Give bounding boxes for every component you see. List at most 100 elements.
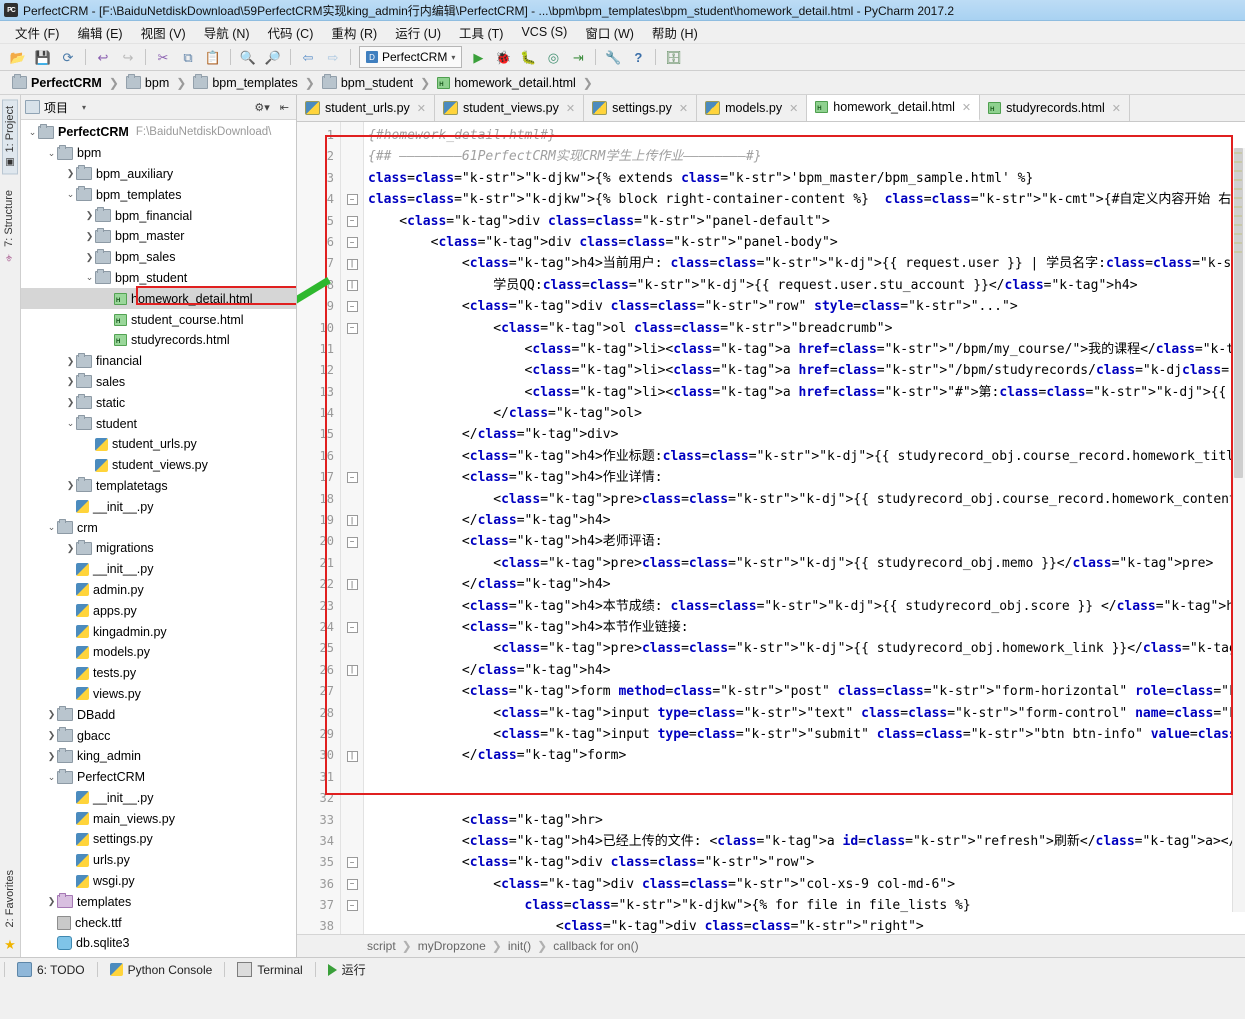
- code-fold-icon[interactable]: |: [346, 579, 358, 591]
- sync-icon[interactable]: ⟳: [56, 46, 80, 68]
- code-line[interactable]: <class="k-tag">ol class=class="k-str">"b…: [364, 318, 1245, 339]
- breadcrumb-item-file[interactable]: H homework_detail.html: [433, 75, 580, 91]
- fold-marker-slot[interactable]: −: [341, 211, 363, 232]
- code-line[interactable]: <class="k-tag">pre>class=class="k-str">"…: [364, 638, 1245, 659]
- code-fold-icon[interactable]: −: [346, 194, 358, 206]
- tree-expander[interactable]: ·: [65, 564, 76, 574]
- copy-icon[interactable]: ⧉: [176, 46, 200, 68]
- tree-expander[interactable]: ❯: [84, 231, 95, 242]
- fold-marker-slot[interactable]: [341, 553, 363, 574]
- debug-icon[interactable]: 🐞: [491, 46, 515, 68]
- tree-item[interactable]: · kingadmin.py: [21, 621, 296, 642]
- tree-item[interactable]: ⌄ student: [21, 413, 296, 434]
- code-line[interactable]: <class="k-tag">div class=class="k-str">"…: [364, 296, 1245, 317]
- editor-tab[interactable]: student_urls.py ✕: [297, 95, 435, 121]
- code-line[interactable]: [364, 788, 1245, 809]
- breadcrumb-item-bpm-templates[interactable]: bpm_templates: [189, 74, 301, 91]
- tree-item[interactable]: ⌄ PerfectCRM: [21, 767, 296, 788]
- tree-expander[interactable]: ❯: [65, 480, 76, 491]
- fold-marker-slot[interactable]: −: [341, 531, 363, 552]
- tree-item[interactable]: ❯ bpm_auxiliary: [21, 164, 296, 185]
- editor-tab[interactable]: student_views.py ✕: [435, 95, 585, 121]
- cut-icon[interactable]: ✂: [151, 46, 175, 68]
- fold-marker-slot[interactable]: [341, 638, 363, 659]
- tree-expander[interactable]: ❯: [84, 252, 95, 263]
- close-icon[interactable]: ✕: [962, 101, 971, 114]
- open-folder-icon[interactable]: 📂: [6, 46, 30, 68]
- editor-vertical-scrollbar[interactable]: [1232, 148, 1245, 912]
- code-line[interactable]: <class="k-tag">h4>老师评语:: [364, 531, 1245, 552]
- menu-tools[interactable]: 工具 (T): [450, 21, 512, 44]
- profile-icon[interactable]: ◎: [541, 46, 565, 68]
- fold-marker-slot[interactable]: [341, 703, 363, 724]
- fold-marker-slot[interactable]: [341, 446, 363, 467]
- tree-item[interactable]: · student_views.py: [21, 455, 296, 476]
- fold-marker-slot[interactable]: |: [341, 574, 363, 595]
- tree-expander[interactable]: ·: [65, 647, 76, 657]
- fold-marker-slot[interactable]: [341, 810, 363, 831]
- project-tree[interactable]: ⌄ PerfectCRM F:\BaiduNetdiskDownload\ ⌄ bpm ❯…: [21, 120, 296, 957]
- tree-expander[interactable]: ·: [65, 855, 76, 865]
- fold-marker-slot[interactable]: [341, 339, 363, 360]
- tree-expander[interactable]: ·: [103, 335, 114, 345]
- tree-item[interactable]: · apps.py: [21, 600, 296, 621]
- tree-expander[interactable]: ·: [65, 793, 76, 803]
- code-fold-icon[interactable]: −: [346, 622, 358, 634]
- tree-item[interactable]: · check.ttf: [21, 912, 296, 933]
- code-area[interactable]: 1 2 3 4 5 6 7 8 9 10 11 12 13 14 15 16 17 18 19 20 21 22 23 24 2…: [297, 122, 1245, 934]
- tree-item[interactable]: · main_views.py: [21, 808, 296, 829]
- status-item-terminal[interactable]: Terminal: [225, 962, 314, 977]
- code-line[interactable]: <class="k-tag">div class=class="k-str">"…: [364, 874, 1245, 895]
- close-icon[interactable]: ✕: [679, 102, 688, 115]
- code-line[interactable]: <class="k-tag">h4>本节作业链接:: [364, 617, 1245, 638]
- code-line[interactable]: <class="k-tag">input type=class="k-str">…: [364, 724, 1245, 745]
- tree-expander[interactable]: ·: [65, 814, 76, 824]
- redo-icon[interactable]: ↪: [116, 46, 140, 68]
- tree-item[interactable]: ❯ templates: [21, 891, 296, 912]
- code-line[interactable]: </class="k-tag">h4>: [364, 660, 1245, 681]
- tree-item[interactable]: · student_urls.py: [21, 434, 296, 455]
- tree-expander[interactable]: ⌄: [46, 522, 57, 533]
- fold-marker-slot[interactable]: −: [341, 874, 363, 895]
- save-all-icon[interactable]: 💾: [31, 46, 55, 68]
- help-icon[interactable]: ?: [626, 46, 650, 68]
- fold-marker-slot[interactable]: [341, 125, 363, 146]
- editor-tab[interactable]: Hstudyrecords.html ✕: [980, 95, 1130, 121]
- code-line[interactable]: <class="k-tag">div class=class="k-str">"…: [364, 232, 1245, 253]
- tree-item[interactable]: ❯ bpm_master: [21, 226, 296, 247]
- tool-tab-project[interactable]: ▣ 1: Project: [2, 99, 18, 175]
- tree-expander[interactable]: ❯: [65, 168, 76, 179]
- menu-refactor[interactable]: 重构 (R): [322, 21, 386, 44]
- fold-marker-slot[interactable]: [341, 831, 363, 852]
- tree-item[interactable]: · admin.py: [21, 580, 296, 601]
- menu-window[interactable]: 窗口 (W): [576, 21, 643, 44]
- chevron-down-icon[interactable]: ▾: [82, 103, 86, 112]
- tree-item[interactable]: ❯ bpm_financial: [21, 205, 296, 226]
- fold-marker-slot[interactable]: [341, 788, 363, 809]
- breadcrumb-item-bpm[interactable]: bpm: [122, 74, 173, 91]
- fold-marker-slot[interactable]: |: [341, 275, 363, 296]
- run-configuration-selector[interactable]: D PerfectCRM ▾: [359, 46, 463, 68]
- tree-item[interactable]: · wsgi.py: [21, 871, 296, 892]
- code-line[interactable]: <class="k-tag">h4>当前用户: class=class="k-s…: [364, 253, 1245, 274]
- tree-expander[interactable]: ❯: [65, 397, 76, 408]
- code-fold-icon[interactable]: |: [346, 279, 358, 291]
- tree-expander[interactable]: ❯: [65, 356, 76, 367]
- code-line[interactable]: <class="k-tag">div class=class="k-str">"…: [364, 211, 1245, 232]
- fold-marker-slot[interactable]: −: [341, 232, 363, 253]
- close-icon[interactable]: ✕: [1112, 102, 1121, 115]
- code-fold-icon[interactable]: |: [346, 664, 358, 676]
- code-line[interactable]: </class="k-tag">div>: [364, 424, 1245, 445]
- fold-marker-slot[interactable]: [341, 916, 363, 934]
- tree-expander[interactable]: ·: [65, 876, 76, 886]
- code-fold-icon[interactable]: −: [346, 472, 358, 484]
- code-line[interactable]: <class="k-tag">div class=class="k-str">"…: [364, 916, 1245, 934]
- fold-marker-slot[interactable]: |: [341, 253, 363, 274]
- code-line[interactable]: <class="k-tag">li><class="k-tag">a href=…: [364, 339, 1245, 360]
- tree-expander[interactable]: ❯: [65, 376, 76, 387]
- tree-item[interactable]: ❯ gbacc: [21, 725, 296, 746]
- forward-icon[interactable]: ⇨: [321, 46, 345, 68]
- code-content[interactable]: {#homework_detail.html#} {## ————————61Pe…: [364, 122, 1245, 934]
- settings-icon[interactable]: 🔧: [601, 46, 625, 68]
- tree-expander[interactable]: ❯: [46, 730, 57, 741]
